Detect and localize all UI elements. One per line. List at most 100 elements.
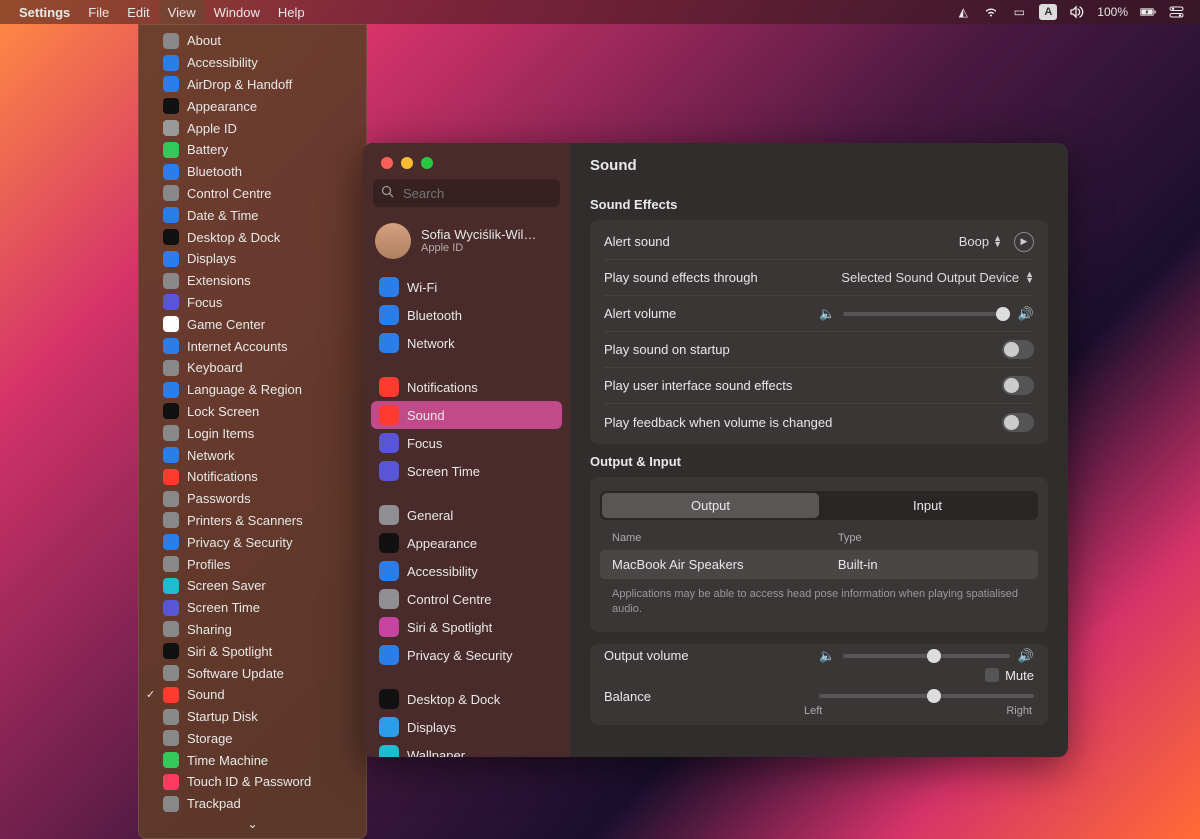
view-menu-item[interactable]: Screen Saver: [139, 575, 366, 597]
sidebar-item[interactable]: Accessibility: [371, 557, 562, 585]
alert-sound-select[interactable]: Boop ▲▼: [959, 234, 1002, 249]
status-wifi-icon[interactable]: [977, 0, 1005, 24]
menu-item-icon: [163, 273, 179, 289]
menu-window[interactable]: Window: [205, 0, 269, 24]
view-menu-item[interactable]: Date & Time: [139, 204, 366, 226]
view-menu-item[interactable]: Privacy & Security: [139, 531, 366, 553]
search-input[interactable]: [373, 179, 560, 207]
sidebar-item[interactable]: Displays: [371, 713, 562, 741]
view-menu-item[interactable]: Appearance: [139, 95, 366, 117]
segment-input[interactable]: Input: [819, 493, 1036, 518]
menu-item-label: Screen Time: [187, 600, 260, 615]
sidebar-item[interactable]: Wallpaper: [371, 741, 562, 757]
segment-output[interactable]: Output: [602, 493, 819, 518]
sidebar-item[interactable]: Screen Time: [371, 457, 562, 485]
view-menu-item[interactable]: Language & Region: [139, 379, 366, 401]
menu-item-icon: [163, 382, 179, 398]
status-stage-icon[interactable]: ▭: [1005, 0, 1033, 24]
menu-edit[interactable]: Edit: [118, 0, 158, 24]
maximize-button[interactable]: [421, 157, 433, 169]
view-menu-item[interactable]: Printers & Scanners: [139, 510, 366, 532]
menu-item-icon: [163, 185, 179, 201]
sidebar-item[interactable]: Sound: [371, 401, 562, 429]
chevron-down-icon[interactable]: ⌄: [139, 815, 366, 831]
sidebar-item[interactable]: General: [371, 501, 562, 529]
view-menu-item[interactable]: Battery: [139, 139, 366, 161]
menu-app[interactable]: Settings: [10, 0, 79, 24]
content-scroll[interactable]: Sound Effects Alert sound Boop ▲▼ ▶ Play…: [570, 187, 1068, 757]
view-menu-item[interactable]: Apple ID: [139, 117, 366, 139]
view-menu-item[interactable]: Passwords: [139, 488, 366, 510]
startup-sound-toggle[interactable]: [1002, 340, 1034, 359]
ui-effects-toggle[interactable]: [1002, 376, 1034, 395]
view-menu-item[interactable]: Login Items: [139, 422, 366, 444]
menu-item-icon: [163, 665, 179, 681]
profile-row[interactable]: Sofia Wyciślik-Wil… Apple ID: [363, 217, 570, 273]
view-menu-item[interactable]: Keyboard: [139, 357, 366, 379]
view-menu-item[interactable]: Displays: [139, 248, 366, 270]
view-menu-item[interactable]: Focus: [139, 292, 366, 314]
view-menu-item[interactable]: Sharing: [139, 619, 366, 641]
view-menu-item[interactable]: Extensions: [139, 270, 366, 292]
play-button[interactable]: ▶: [1014, 232, 1034, 252]
sidebar-item-label: Wi-Fi: [407, 280, 437, 295]
view-menu-item[interactable]: AirDrop & Handoff: [139, 74, 366, 96]
output-device-row[interactable]: MacBook Air Speakers Built-in: [600, 550, 1038, 579]
view-menu-item[interactable]: Trackpad: [139, 793, 366, 815]
view-menu-item[interactable]: Network: [139, 444, 366, 466]
view-menu-item[interactable]: Screen Time: [139, 597, 366, 619]
view-menu-item[interactable]: Game Center: [139, 313, 366, 335]
sidebar-item[interactable]: Bluetooth: [371, 301, 562, 329]
minimize-button[interactable]: [401, 157, 413, 169]
output-volume-slider[interactable]: 🔈 🔊: [819, 648, 1034, 664]
sidebar-item-label: Siri & Spotlight: [407, 620, 492, 635]
sidebar-item[interactable]: Notifications: [371, 373, 562, 401]
view-menu-item[interactable]: About: [139, 30, 366, 52]
menu-item-icon: [163, 425, 179, 441]
status-input-icon[interactable]: A: [1033, 0, 1063, 24]
view-menu-item[interactable]: Time Machine: [139, 749, 366, 771]
menu-help[interactable]: Help: [269, 0, 314, 24]
mute-checkbox[interactable]: [985, 668, 999, 682]
menu-item-label: Focus: [187, 295, 222, 310]
sidebar-item[interactable]: Desktop & Dock: [371, 685, 562, 713]
view-menu-item[interactable]: Lock Screen: [139, 401, 366, 423]
menu-item-icon: [163, 251, 179, 267]
sidebar-item[interactable]: Appearance: [371, 529, 562, 557]
play-through-select[interactable]: Selected Sound Output Device ▲▼: [841, 270, 1034, 285]
view-menu-item[interactable]: Storage: [139, 728, 366, 750]
status-control-centre-icon[interactable]: [1162, 0, 1190, 24]
sidebar-item[interactable]: Focus: [371, 429, 562, 457]
close-button[interactable]: [381, 157, 393, 169]
view-menu-item[interactable]: Software Update: [139, 662, 366, 684]
view-menu-item[interactable]: ✓Sound: [139, 684, 366, 706]
status-cloud-icon[interactable]: ◭: [949, 0, 977, 24]
sidebar-item[interactable]: Wi-Fi: [371, 273, 562, 301]
sidebar-item-icon: [379, 305, 399, 325]
menu-view[interactable]: View: [159, 0, 205, 24]
sidebar-item[interactable]: Control Centre: [371, 585, 562, 613]
view-menu-item[interactable]: Startup Disk: [139, 706, 366, 728]
menu-item-label: Printers & Scanners: [187, 513, 303, 528]
profile-name: Sofia Wyciślik-Wil…: [421, 227, 536, 243]
sidebar-item[interactable]: Privacy & Security: [371, 641, 562, 669]
view-menu-item[interactable]: Control Centre: [139, 183, 366, 205]
view-menu-item[interactable]: Notifications: [139, 466, 366, 488]
alert-volume-slider[interactable]: 🔈 🔊: [819, 306, 1034, 322]
feedback-toggle[interactable]: [1002, 413, 1034, 432]
view-menu-item[interactable]: Profiles: [139, 553, 366, 575]
sidebar-item[interactable]: Network: [371, 329, 562, 357]
view-menu-item[interactable]: Accessibility: [139, 52, 366, 74]
menu-item-label: Accessibility: [187, 55, 258, 70]
view-menu-item[interactable]: Desktop & Dock: [139, 226, 366, 248]
menu-file[interactable]: File: [79, 0, 118, 24]
balance-slider[interactable]: [819, 694, 1034, 698]
status-battery-icon[interactable]: [1134, 0, 1162, 24]
menu-item-icon: [163, 709, 179, 725]
view-menu-item[interactable]: Bluetooth: [139, 161, 366, 183]
view-menu-item[interactable]: Touch ID & Password: [139, 771, 366, 793]
sidebar-item[interactable]: Siri & Spotlight: [371, 613, 562, 641]
status-volume-icon[interactable]: [1063, 0, 1091, 24]
view-menu-item[interactable]: Siri & Spotlight: [139, 640, 366, 662]
view-menu-item[interactable]: Internet Accounts: [139, 335, 366, 357]
